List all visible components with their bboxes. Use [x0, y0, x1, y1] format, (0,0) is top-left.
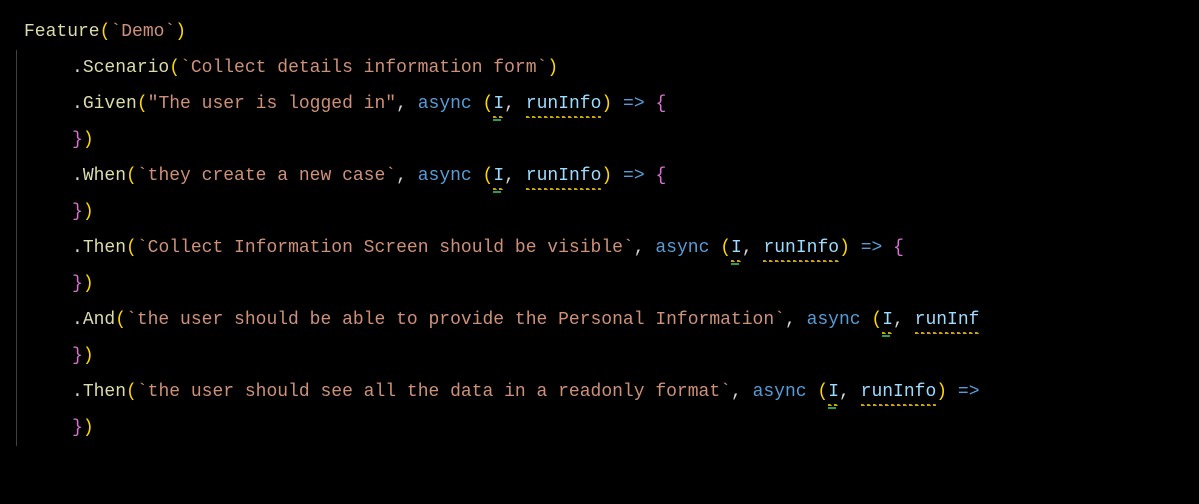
open-paren: ( [169, 58, 180, 78]
parameter: I [493, 86, 504, 122]
close-paren: ) [83, 346, 94, 366]
dot-operator: . [72, 58, 83, 78]
open-paren: ( [115, 310, 126, 330]
comma: , [396, 166, 407, 186]
close-paren: ) [83, 418, 94, 438]
comma: , [504, 166, 515, 186]
parameter: runInfo [763, 230, 839, 266]
close-paren: ) [83, 202, 94, 222]
code-content[interactable]: Feature(`Demo`) .Scenario(`Collect detai… [24, 14, 1199, 446]
async-keyword: async [655, 238, 709, 258]
open-paren: ( [137, 94, 148, 114]
close-paren: ) [839, 238, 850, 258]
close-brace: } [72, 202, 83, 222]
open-paren: ( [817, 382, 828, 402]
open-paren: ( [871, 310, 882, 330]
method-call: When [83, 166, 126, 186]
open-paren: ( [720, 238, 731, 258]
dot-operator: . [72, 238, 83, 258]
comma: , [785, 310, 796, 330]
string-literal: `Collect Information Screen should be vi… [137, 238, 634, 258]
code-line[interactable]: .Then(`the user should see all the data … [24, 374, 1199, 410]
close-brace: } [72, 130, 83, 150]
open-paren: ( [483, 166, 494, 186]
dot-operator: . [72, 310, 83, 330]
open-brace: { [655, 166, 666, 186]
close-brace: } [72, 274, 83, 294]
arrow: => [623, 94, 645, 114]
open-paren: ( [126, 382, 137, 402]
string-literal: `Demo` [110, 22, 175, 42]
method-call: Scenario [83, 58, 169, 78]
async-keyword: async [753, 382, 807, 402]
arrow: => [861, 238, 883, 258]
arrow: => [958, 382, 980, 402]
parameter: runInf [915, 302, 980, 338]
open-paren: ( [483, 94, 494, 114]
async-keyword: async [418, 166, 472, 186]
comma: , [731, 382, 742, 402]
method-call: And [83, 310, 115, 330]
comma: , [742, 238, 753, 258]
parameter: I [828, 374, 839, 410]
close-paren: ) [83, 130, 94, 150]
method-call: Given [83, 94, 137, 114]
code-line[interactable]: }) [24, 194, 1199, 230]
comma: , [396, 94, 407, 114]
code-line[interactable]: Feature(`Demo`) [24, 14, 1199, 50]
string-literal: `the user should see all the data in a r… [137, 382, 731, 402]
string-literal: `they create a new case` [137, 166, 396, 186]
code-line[interactable]: .When(`they create a new case`, async (I… [24, 158, 1199, 194]
close-brace: } [72, 418, 83, 438]
code-editor[interactable]: Feature(`Demo`) .Scenario(`Collect detai… [8, 14, 1199, 446]
parameter: runInfo [526, 86, 602, 122]
parameter: runInfo [861, 374, 937, 410]
method-call: Then [83, 238, 126, 258]
code-line[interactable]: .Scenario(`Collect details information f… [24, 50, 1199, 86]
comma: , [634, 238, 645, 258]
dot-operator: . [72, 94, 83, 114]
open-brace: { [655, 94, 666, 114]
parameter: I [493, 158, 504, 194]
dot-operator: . [72, 382, 83, 402]
async-keyword: async [418, 94, 472, 114]
close-paren: ) [936, 382, 947, 402]
string-literal: `Collect details information form` [180, 58, 547, 78]
indent-gutter [8, 14, 24, 446]
comma: , [504, 94, 515, 114]
comma: , [839, 382, 850, 402]
code-line[interactable]: }) [24, 122, 1199, 158]
async-keyword: async [807, 310, 861, 330]
code-line[interactable]: .Then(`Collect Information Screen should… [24, 230, 1199, 266]
close-paren: ) [83, 274, 94, 294]
code-line[interactable]: }) [24, 266, 1199, 302]
open-paren: ( [126, 238, 137, 258]
close-paren: ) [601, 94, 612, 114]
code-line[interactable]: }) [24, 338, 1199, 374]
arrow: => [623, 166, 645, 186]
parameter: runInfo [526, 158, 602, 194]
function-call: Feature [24, 22, 100, 42]
comma: , [893, 310, 904, 330]
close-paren: ) [601, 166, 612, 186]
code-line[interactable]: }) [24, 410, 1199, 446]
close-brace: } [72, 346, 83, 366]
indent-guide-line [16, 50, 17, 446]
code-line[interactable]: .And(`the user should be able to provide… [24, 302, 1199, 338]
dot-operator: . [72, 166, 83, 186]
open-brace: { [893, 238, 904, 258]
open-paren: ( [126, 166, 137, 186]
open-paren: ( [100, 22, 111, 42]
close-paren: ) [547, 58, 558, 78]
parameter: I [731, 230, 742, 266]
string-literal: `the user should be able to provide the … [126, 310, 785, 330]
code-line[interactable]: .Given("The user is logged in", async (I… [24, 86, 1199, 122]
string-literal: "The user is logged in" [148, 94, 396, 114]
method-call: Then [83, 382, 126, 402]
close-paren: ) [175, 22, 186, 42]
parameter: I [882, 302, 893, 338]
